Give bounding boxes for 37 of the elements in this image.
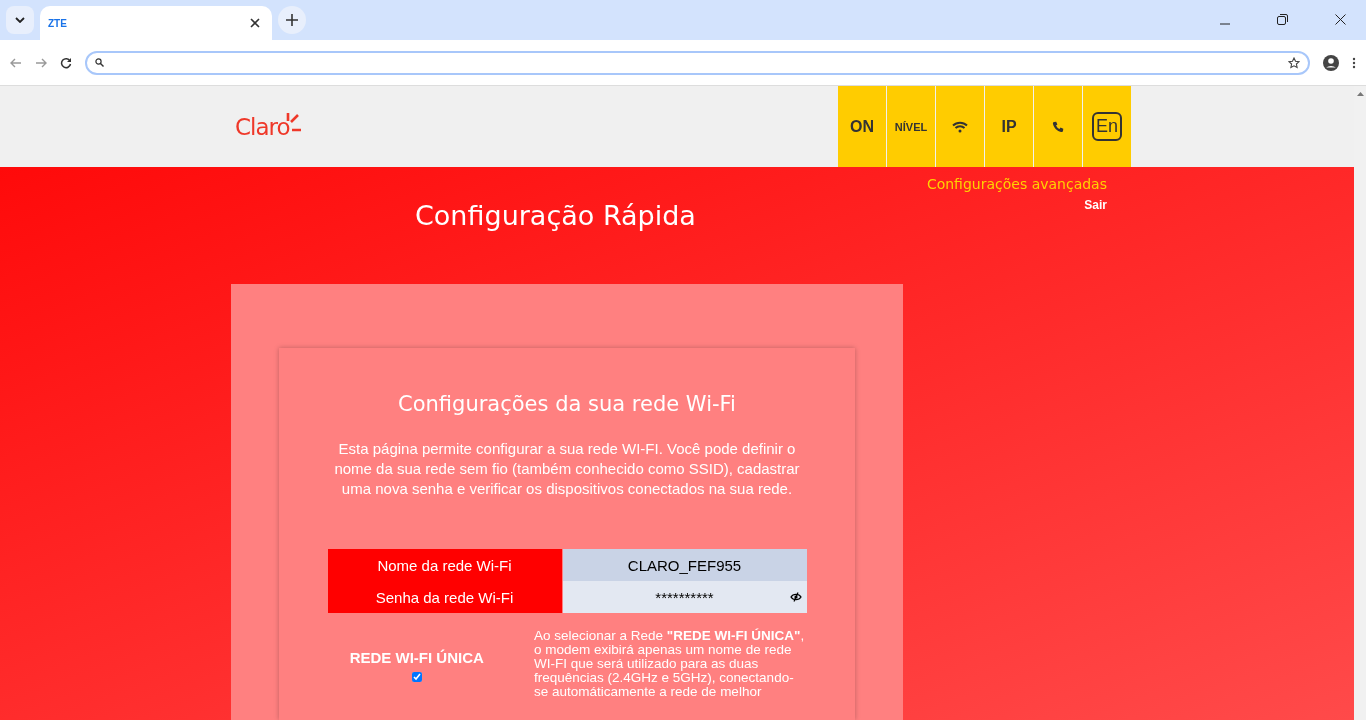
scrollbar[interactable]	[1354, 86, 1366, 720]
new-tab-button[interactable]	[278, 6, 306, 34]
scroll-up-icon[interactable]	[1356, 92, 1364, 96]
menu-icon[interactable]	[1352, 56, 1356, 69]
reload-icon[interactable]	[60, 56, 72, 69]
single-network-checkbox[interactable]	[411, 672, 422, 682]
wifi-icon	[952, 120, 968, 133]
phone-icon	[1052, 120, 1064, 133]
password-field[interactable]: **********	[562, 581, 807, 613]
network-name-field[interactable]: CLARO_FEF955	[562, 549, 807, 581]
profile-icon[interactable]	[1323, 54, 1339, 71]
back-arrow-icon[interactable]	[10, 57, 22, 68]
status-tile: IP	[985, 86, 1033, 167]
option-label: REDE WI-FI ÚNICA	[349, 649, 484, 666]
card-description: Esta página permite configurar a sua rede WI-FI. Você pode definir o nome da sua rede sem fio (também conhecido como SSID), cadastrar uma nova senha e verificar os dispositivos conectados na sua rede.	[333, 439, 801, 499]
close-icon[interactable]	[250, 18, 260, 28]
restore-icon[interactable]	[1277, 14, 1288, 25]
brand-logo: Claro	[235, 114, 290, 140]
status-tile: NÍVEL	[887, 86, 935, 167]
eye-slash-icon[interactable]	[789, 592, 802, 602]
field-label: Senha da rede Wi-Fi	[327, 581, 562, 613]
page-title: Configuração Rápida	[415, 200, 696, 233]
tab-search-button[interactable]	[6, 6, 34, 34]
browser-tab[interactable]: ZTE	[40, 6, 272, 40]
chevron-down-icon	[15, 17, 25, 23]
close-icon[interactable]	[1335, 14, 1346, 25]
tab-title: ZTE	[48, 17, 68, 29]
card-title: Configurações da sua rede Wi-Fi	[398, 392, 736, 416]
star-icon[interactable]	[1288, 56, 1300, 69]
status-tile: ON	[838, 86, 886, 167]
plus-icon	[286, 14, 298, 26]
option-description: Ao selecionar a Rede "REDE WI-FI ÚNICA", o modem exibirá apenas um nome de rede WI-FI que será utilizado para as duas frequências (2.4GHz e 5GHz), conectando-se automáticamente a rede de melhor	[534, 629, 806, 699]
language-button[interactable]: En	[1083, 86, 1131, 167]
forward-arrow-icon[interactable]	[35, 57, 47, 68]
field-label: Nome da rede Wi-Fi	[327, 549, 562, 581]
search-icon	[95, 58, 104, 67]
logout-link[interactable]: Sair	[1084, 198, 1107, 212]
